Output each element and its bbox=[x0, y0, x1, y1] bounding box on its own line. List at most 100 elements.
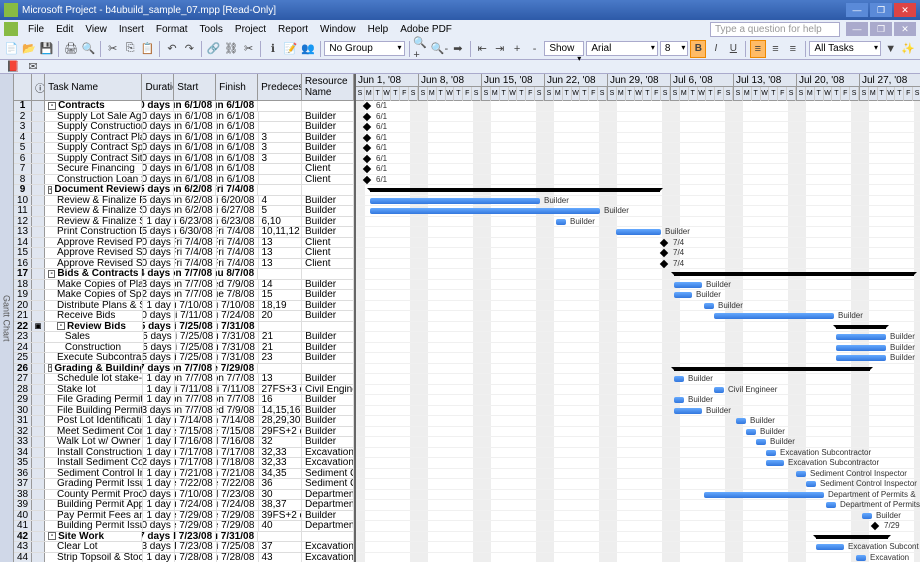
table-row[interactable]: 14Approve Revised Plans0 daysFri 7/4/08F… bbox=[14, 238, 354, 249]
gantt-row[interactable]: Department of Permits & bbox=[356, 490, 920, 501]
open-button[interactable]: 📂 bbox=[21, 40, 36, 58]
bold-button[interactable]: B bbox=[690, 40, 706, 58]
milestone[interactable] bbox=[660, 259, 668, 267]
table-row[interactable]: 32Meet Sediment Control Inspector1 dayTu… bbox=[14, 427, 354, 438]
filter-select[interactable]: All Tasks bbox=[809, 41, 881, 56]
table-row[interactable]: 36Sediment Control Insp.1 dayMon 7/21/08… bbox=[14, 469, 354, 480]
gantt-row[interactable]: Excavation bbox=[356, 553, 920, 562]
table-row[interactable]: 26-Grading & Building Permits17 daysMon … bbox=[14, 364, 354, 375]
split-button[interactable]: ✂ bbox=[241, 40, 256, 58]
gantt-row[interactable]: 6/1 bbox=[356, 122, 920, 133]
gantt-row[interactable]: Builder bbox=[356, 280, 920, 291]
unlink-button[interactable]: ⛓ bbox=[223, 40, 238, 58]
summary-bar[interactable] bbox=[674, 367, 870, 371]
table-row[interactable]: 21Receive Bids10 daysFri 7/11/08Thu 7/24… bbox=[14, 311, 354, 322]
table-row[interactable]: 27Schedule lot stake-out1 dayMon 7/7/08M… bbox=[14, 374, 354, 385]
task-bar[interactable] bbox=[816, 544, 844, 550]
task-bar[interactable] bbox=[616, 229, 661, 235]
table-row[interactable]: 34Install Construction Entrance1 dayThu … bbox=[14, 448, 354, 459]
menu-edit[interactable]: Edit bbox=[50, 22, 79, 37]
task-bar[interactable] bbox=[674, 397, 684, 403]
table-row[interactable]: 29File Grading Permit Application1 dayMo… bbox=[14, 395, 354, 406]
menu-window[interactable]: Window bbox=[314, 22, 362, 37]
table-row[interactable]: 20Distribute Plans & Specifications1 day… bbox=[14, 301, 354, 312]
milestone[interactable] bbox=[660, 249, 668, 257]
gantt-row[interactable]: Builder bbox=[356, 217, 920, 228]
task-bar[interactable] bbox=[556, 219, 566, 225]
table-row[interactable]: 3Supply Construction Agreement0 daysSun … bbox=[14, 122, 354, 133]
menu-report[interactable]: Report bbox=[272, 22, 314, 37]
timescale[interactable]: Jun 1, '08SMTWTFSJun 8, '08SMTWTFSJun 15… bbox=[356, 74, 920, 101]
table-row[interactable]: 41Building Permit Issued0 daysTue 7/29/0… bbox=[14, 521, 354, 532]
summary-bar[interactable] bbox=[674, 272, 914, 276]
table-row[interactable]: 24Construction5 daysFri 7/25/08Thu 7/31/… bbox=[14, 343, 354, 354]
task-bar[interactable] bbox=[766, 460, 784, 466]
gantt-row[interactable]: Builder bbox=[356, 406, 920, 417]
gantt-row[interactable]: Excavation Subcont bbox=[356, 542, 920, 553]
doc-close-button[interactable]: ✕ bbox=[894, 22, 916, 36]
print-button[interactable]: 🖨 bbox=[63, 40, 78, 58]
gantt-row[interactable]: Builder bbox=[356, 353, 920, 364]
gantt-row[interactable]: Civil Engineer bbox=[356, 385, 920, 396]
gantt-row[interactable]: 6/1 bbox=[356, 164, 920, 175]
zoom-in-button[interactable]: 🔍+ bbox=[413, 40, 428, 58]
table-row[interactable]: 11Review & Finalize Specifications20 day… bbox=[14, 206, 354, 217]
gantt-row[interactable]: Department of Permits bbox=[356, 500, 920, 511]
table-row[interactable]: 35Install Sediment Controls2 daysThu 7/1… bbox=[14, 458, 354, 469]
view-bar[interactable]: Gantt Chart bbox=[0, 74, 14, 562]
task-bar[interactable] bbox=[674, 292, 692, 298]
task-bar[interactable] bbox=[736, 418, 746, 424]
table-row[interactable]: 39Building Permit Approved1 dayThu 7/24/… bbox=[14, 500, 354, 511]
align-left-button[interactable]: ≡ bbox=[750, 40, 766, 58]
gantt-row[interactable]: 7/29 bbox=[356, 521, 920, 532]
collapse-icon[interactable]: - bbox=[48, 270, 55, 278]
wizard-button[interactable]: ✨ bbox=[900, 40, 915, 58]
milestone[interactable] bbox=[363, 123, 371, 131]
gantt-row[interactable]: 6/1 bbox=[356, 175, 920, 186]
task-bar[interactable] bbox=[704, 492, 824, 498]
copy-button[interactable]: ⎘ bbox=[122, 40, 137, 58]
table-row[interactable]: 37Grading Permit Issued1 dayTue 7/22/08T… bbox=[14, 479, 354, 490]
task-bar[interactable] bbox=[796, 471, 806, 477]
table-row[interactable]: 7Secure Financing0 daysSun 6/1/08Sun 6/1… bbox=[14, 164, 354, 175]
col-predecessors[interactable]: Predecessors bbox=[258, 74, 302, 100]
milestone[interactable] bbox=[363, 144, 371, 152]
col-resource[interactable]: Resource Name bbox=[302, 74, 354, 100]
paste-button[interactable]: 📋 bbox=[140, 40, 155, 58]
table-row[interactable]: 4Supply Contract Plans0 daysSun 6/1/08Su… bbox=[14, 133, 354, 144]
maximize-button[interactable]: ❐ bbox=[870, 3, 892, 17]
table-row[interactable]: 5Supply Contract Specifications0 daysSun… bbox=[14, 143, 354, 154]
milestone[interactable] bbox=[363, 165, 371, 173]
table-row[interactable]: 30File Building Permit Application3 days… bbox=[14, 406, 354, 417]
gantt-row[interactable]: Excavation Subcontractor bbox=[356, 448, 920, 459]
milestone[interactable] bbox=[363, 102, 371, 110]
table-row[interactable]: 12Review & Finalize Site Plan1 dayMon 6/… bbox=[14, 217, 354, 228]
preview-button[interactable]: 🔍 bbox=[81, 40, 96, 58]
milestone[interactable] bbox=[871, 522, 879, 530]
gantt-row[interactable] bbox=[356, 269, 920, 280]
gantt-row[interactable]: Builder bbox=[356, 427, 920, 438]
show-select[interactable]: Show bbox=[544, 41, 584, 56]
gantt-row[interactable]: Builder bbox=[356, 332, 920, 343]
pdf-button[interactable]: 📕 bbox=[4, 61, 22, 73]
task-bar[interactable] bbox=[766, 450, 776, 456]
task-bar[interactable] bbox=[806, 481, 816, 487]
italic-button[interactable]: I bbox=[708, 40, 723, 58]
gantt-row[interactable]: 6/1 bbox=[356, 101, 920, 112]
table-row[interactable]: 44Strip Topsoil & Stockpile1 dayMon 7/28… bbox=[14, 553, 354, 562]
summary-bar[interactable] bbox=[816, 535, 888, 539]
col-id[interactable] bbox=[14, 74, 32, 100]
gantt-row[interactable]: Builder bbox=[356, 374, 920, 385]
indent-button[interactable]: ⇥ bbox=[492, 40, 507, 58]
gantt-row[interactable]: Builder bbox=[356, 206, 920, 217]
gantt-row[interactable]: Builder bbox=[356, 290, 920, 301]
milestone[interactable] bbox=[363, 133, 371, 141]
table-row[interactable]: 13Print Construction Drawings5 daysMon 6… bbox=[14, 227, 354, 238]
menu-file[interactable]: File bbox=[22, 22, 50, 37]
notes-button[interactable]: 📝 bbox=[283, 40, 298, 58]
gantt-row[interactable] bbox=[356, 364, 920, 375]
col-finish[interactable]: Finish bbox=[216, 74, 258, 100]
gantt-row[interactable]: Builder bbox=[356, 395, 920, 406]
table-row[interactable]: 17-Bids & Contracts24 daysMon 7/7/08Thu … bbox=[14, 269, 354, 280]
cut-button[interactable]: ✂ bbox=[105, 40, 120, 58]
